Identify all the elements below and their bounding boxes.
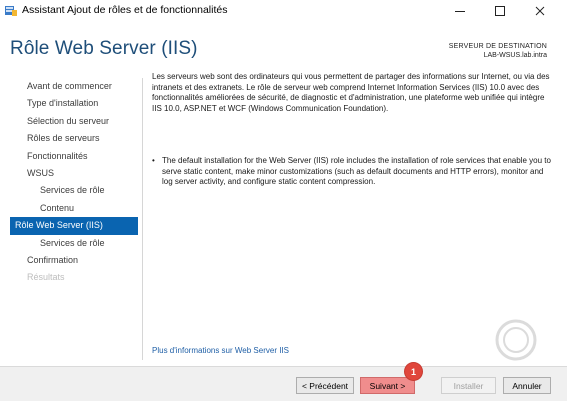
window-titlebar: Assistant Ajout de rôles et de fonctionn… — [0, 0, 567, 22]
step-number-badge: 1 — [405, 363, 422, 380]
intro-text: Les serveurs web sont des ordinateurs qu… — [152, 72, 550, 113]
server-manager-icon — [5, 6, 17, 16]
watermark-logo — [495, 319, 537, 361]
nav-item-contenu[interactable]: Contenu — [10, 200, 138, 217]
destination-label: SERVEUR DE DESTINATION — [448, 43, 547, 50]
window-title: Assistant Ajout de rôles et de fonctionn… — [22, 4, 228, 16]
minimize-button[interactable] — [440, 0, 480, 22]
close-icon — [535, 6, 545, 16]
destination-server: SERVEUR DE DESTINATION LAB-WSUS.lab.intr… — [449, 42, 547, 60]
next-button[interactable]: Suivant > — [360, 377, 415, 394]
install-button: Installer — [441, 377, 496, 394]
more-info-link[interactable]: Plus d'informations sur Web Server IIS — [152, 346, 289, 355]
nav-item-iis-services-de-role[interactable]: Services de rôle — [10, 235, 138, 252]
description-panel: Les serveurs web sont des ordinateurs qu… — [152, 72, 552, 114]
page-title: Rôle Web Server (IIS) — [10, 38, 198, 59]
minimize-icon — [455, 10, 465, 12]
cancel-button[interactable]: Annuler — [503, 377, 551, 394]
nav-divider — [142, 78, 143, 360]
bullet-item: • The default installation for the Web S… — [152, 156, 552, 188]
destination-server-name: LAB-WSUS.lab.intra — [483, 52, 547, 59]
nav-item-type-installation[interactable]: Type d'installation — [10, 95, 138, 112]
previous-button[interactable]: < Précédent — [296, 377, 354, 394]
nav-item-roles-serveurs[interactable]: Rôles de serveurs — [10, 130, 138, 147]
maximize-icon — [495, 6, 505, 16]
bullet-marker: • — [152, 156, 155, 165]
nav-item-wsus[interactable]: WSUS — [10, 165, 138, 182]
wizard-nav: Avant de commencer Type d'installation S… — [10, 78, 138, 287]
nav-item-wsus-services-de-role[interactable]: Services de rôle — [10, 182, 138, 199]
nav-item-role-web-server[interactable]: Rôle Web Server (IIS) — [10, 217, 138, 235]
nav-item-avant-de-commencer[interactable]: Avant de commencer — [10, 78, 138, 95]
nav-item-resultats: Résultats — [27, 272, 65, 283]
close-button[interactable] — [520, 0, 560, 22]
maximize-button[interactable] — [480, 0, 520, 22]
nav-item-fonctionnalites[interactable]: Fonctionnalités — [10, 148, 138, 165]
nav-item-confirmation[interactable]: Confirmation — [10, 252, 138, 269]
nav-item-selection-serveur[interactable]: Sélection du serveur — [10, 113, 138, 130]
bullet-text: The default installation for the Web Ser… — [162, 156, 551, 187]
